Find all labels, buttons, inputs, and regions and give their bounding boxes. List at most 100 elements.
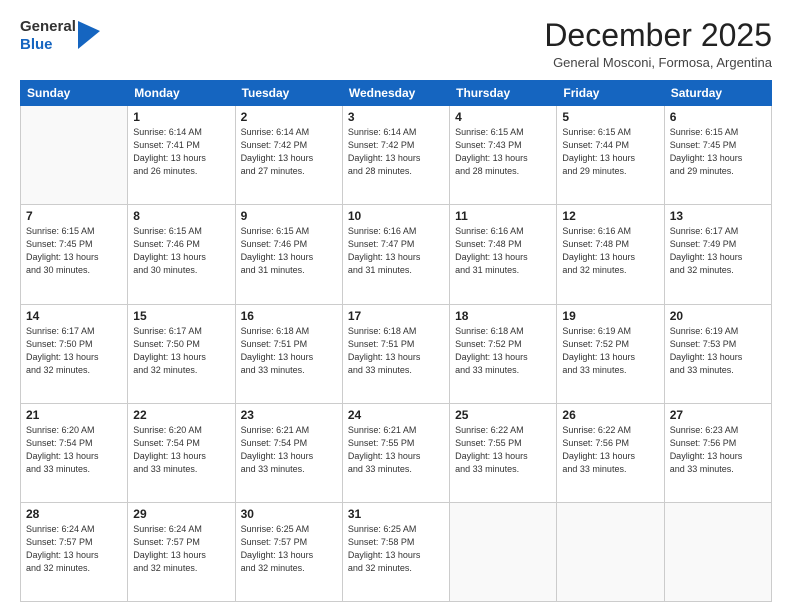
cell-text: Sunrise: 6:15 AMSunset: 7:45 PMDaylight:…: [26, 225, 122, 277]
cell-text: Sunrise: 6:18 AMSunset: 7:51 PMDaylight:…: [348, 325, 444, 377]
calendar-week-row: 21 Sunrise: 6:20 AMSunset: 7:54 PMDayligh…: [21, 403, 772, 502]
cell-text: Sunrise: 6:20 AMSunset: 7:54 PMDaylight:…: [26, 424, 122, 476]
calendar-week-row: 1 Sunrise: 6:14 AMSunset: 7:41 PMDaylight…: [21, 106, 772, 205]
day-number: 5: [562, 110, 658, 124]
calendar-cell: 24Sunrise: 6:21 AMSunset: 7:55 PMDayligh…: [342, 403, 449, 502]
calendar-cell: [21, 106, 128, 205]
calendar-day-header: Wednesday: [342, 81, 449, 106]
day-number: 17: [348, 309, 444, 323]
logo: General Blue: [20, 18, 100, 54]
calendar-cell: [557, 502, 664, 601]
calendar-cell: 18Sunrise: 6:18 AMSunset: 7:52 PMDayligh…: [450, 304, 557, 403]
month-title: December 2025: [544, 18, 772, 53]
day-number: 4: [455, 110, 551, 124]
day-number: 19: [562, 309, 658, 323]
day-number: 26: [562, 408, 658, 422]
cell-text: Sunrise: 6:16 AMSunset: 7:48 PMDaylight:…: [455, 225, 551, 277]
calendar-cell: 12Sunrise: 6:16 AMSunset: 7:48 PMDayligh…: [557, 205, 664, 304]
cell-text: Sunrise: 6:22 AMSunset: 7:56 PMDaylight:…: [562, 424, 658, 476]
day-number: 9: [241, 209, 337, 223]
calendar-cell: 14 Sunrise: 6:17 AMSunset: 7:50 PMDayligh…: [21, 304, 128, 403]
day-number: 10: [348, 209, 444, 223]
cell-text: Sunrise: 6:24 AMSunset: 7:57 PMDaylight:…: [133, 523, 229, 575]
calendar-cell: [450, 502, 557, 601]
calendar-cell: 3Sunrise: 6:14 AMSunset: 7:42 PMDaylight…: [342, 106, 449, 205]
calendar-cell: 5 Sunrise: 6:15 AMSunset: 7:44 PMDaylight…: [557, 106, 664, 205]
cell-text: Sunrise: 6:22 AMSunset: 7:55 PMDaylight:…: [455, 424, 551, 476]
cell-text: Sunrise: 6:23 AMSunset: 7:56 PMDaylight:…: [670, 424, 766, 476]
logo-icon: [78, 21, 100, 49]
calendar-cell: 4Sunrise: 6:15 AMSunset: 7:43 PMDaylight…: [450, 106, 557, 205]
cell-text: Sunrise: 6:15 AMSunset: 7:44 PMDaylight:…: [562, 126, 658, 178]
day-number: 27: [670, 408, 766, 422]
calendar-cell: 8Sunrise: 6:15 AMSunset: 7:46 PMDaylight…: [128, 205, 235, 304]
calendar-cell: 31 Sunrise: 6:25 AMSunset: 7:58 PMDayligh…: [342, 502, 449, 601]
calendar-cell: 9 Sunrise: 6:15 AMSunset: 7:46 PMDaylight…: [235, 205, 342, 304]
header: General Blue December 2025 General Mosco…: [20, 18, 772, 70]
cell-text: Sunrise: 6:15 AMSunset: 7:46 PMDaylight:…: [241, 225, 337, 277]
cell-text: Sunrise: 6:14 AMSunset: 7:42 PMDaylight:…: [241, 126, 337, 178]
calendar-cell: 28Sunrise: 6:24 AMSunset: 7:57 PMDayligh…: [21, 502, 128, 601]
cell-text: Sunrise: 6:21 AMSunset: 7:55 PMDaylight:…: [348, 424, 444, 476]
page: General Blue December 2025 General Mosco…: [0, 0, 792, 612]
calendar-cell: 27 Sunrise: 6:23 AMSunset: 7:56 PMDayligh…: [664, 403, 771, 502]
cell-text: Sunrise: 6:25 AMSunset: 7:57 PMDaylight:…: [241, 523, 337, 575]
calendar-day-header: Sunday: [21, 81, 128, 106]
day-number: 2: [241, 110, 337, 124]
day-number: 22: [133, 408, 229, 422]
day-number: 28: [26, 507, 122, 521]
calendar-day-header: Friday: [557, 81, 664, 106]
calendar-cell: 22 Sunrise: 6:20 AMSunset: 7:54 PMDayligh…: [128, 403, 235, 502]
calendar-cell: 26 Sunrise: 6:22 AMSunset: 7:56 PMDayligh…: [557, 403, 664, 502]
day-number: 7: [26, 209, 122, 223]
day-number: 21: [26, 408, 122, 422]
cell-text: Sunrise: 6:17 AMSunset: 7:50 PMDaylight:…: [26, 325, 122, 377]
day-number: 29: [133, 507, 229, 521]
day-number: 12: [562, 209, 658, 223]
calendar-day-header: Tuesday: [235, 81, 342, 106]
calendar-table: SundayMondayTuesdayWednesdayThursdayFrid…: [20, 80, 772, 602]
day-number: 8: [133, 209, 229, 223]
calendar-cell: 16Sunrise: 6:18 AMSunset: 7:51 PMDayligh…: [235, 304, 342, 403]
calendar-cell: 6 Sunrise: 6:15 AMSunset: 7:45 PMDaylight…: [664, 106, 771, 205]
day-number: 11: [455, 209, 551, 223]
cell-text: Sunrise: 6:18 AMSunset: 7:51 PMDaylight:…: [241, 325, 337, 377]
calendar-header-row: SundayMondayTuesdayWednesdayThursdayFrid…: [21, 81, 772, 106]
cell-text: Sunrise: 6:20 AMSunset: 7:54 PMDaylight:…: [133, 424, 229, 476]
calendar-cell: 2 Sunrise: 6:14 AMSunset: 7:42 PMDaylight…: [235, 106, 342, 205]
day-number: 30: [241, 507, 337, 521]
calendar-cell: 20 Sunrise: 6:19 AMSunset: 7:53 PMDayligh…: [664, 304, 771, 403]
calendar-day-header: Saturday: [664, 81, 771, 106]
calendar-cell: 10 Sunrise: 6:16 AMSunset: 7:47 PMDayligh…: [342, 205, 449, 304]
calendar-cell: 23Sunrise: 6:21 AMSunset: 7:54 PMDayligh…: [235, 403, 342, 502]
cell-text: Sunrise: 6:16 AMSunset: 7:47 PMDaylight:…: [348, 225, 444, 277]
day-number: 14: [26, 309, 122, 323]
calendar-cell: 30 Sunrise: 6:25 AMSunset: 7:57 PMDayligh…: [235, 502, 342, 601]
logo-text: General Blue: [20, 18, 76, 54]
day-number: 20: [670, 309, 766, 323]
cell-text: Sunrise: 6:25 AMSunset: 7:58 PMDaylight:…: [348, 523, 444, 575]
cell-text: Sunrise: 6:17 AMSunset: 7:50 PMDaylight:…: [133, 325, 229, 377]
calendar-day-header: Monday: [128, 81, 235, 106]
day-number: 15: [133, 309, 229, 323]
calendar-cell: 29 Sunrise: 6:24 AMSunset: 7:57 PMDayligh…: [128, 502, 235, 601]
calendar-cell: 1 Sunrise: 6:14 AMSunset: 7:41 PMDaylight…: [128, 106, 235, 205]
cell-text: Sunrise: 6:19 AMSunset: 7:53 PMDaylight:…: [670, 325, 766, 377]
calendar-week-row: 14 Sunrise: 6:17 AMSunset: 7:50 PMDayligh…: [21, 304, 772, 403]
subtitle: General Mosconi, Formosa, Argentina: [544, 55, 772, 70]
cell-text: Sunrise: 6:15 AMSunset: 7:45 PMDaylight:…: [670, 126, 766, 178]
day-number: 31: [348, 507, 444, 521]
day-number: 25: [455, 408, 551, 422]
title-block: December 2025 General Mosconi, Formosa, …: [544, 18, 772, 70]
calendar-cell: 13Sunrise: 6:17 AMSunset: 7:49 PMDayligh…: [664, 205, 771, 304]
calendar-cell: 19Sunrise: 6:19 AMSunset: 7:52 PMDayligh…: [557, 304, 664, 403]
cell-text: Sunrise: 6:21 AMSunset: 7:54 PMDaylight:…: [241, 424, 337, 476]
day-number: 1: [133, 110, 229, 124]
day-number: 6: [670, 110, 766, 124]
calendar-cell: 21 Sunrise: 6:20 AMSunset: 7:54 PMDayligh…: [21, 403, 128, 502]
calendar-cell: 25 Sunrise: 6:22 AMSunset: 7:55 PMDayligh…: [450, 403, 557, 502]
calendar-cell: 11 Sunrise: 6:16 AMSunset: 7:48 PMDayligh…: [450, 205, 557, 304]
calendar-week-row: 7 Sunrise: 6:15 AMSunset: 7:45 PMDaylight…: [21, 205, 772, 304]
cell-text: Sunrise: 6:14 AMSunset: 7:41 PMDaylight:…: [133, 126, 229, 178]
day-number: 18: [455, 309, 551, 323]
